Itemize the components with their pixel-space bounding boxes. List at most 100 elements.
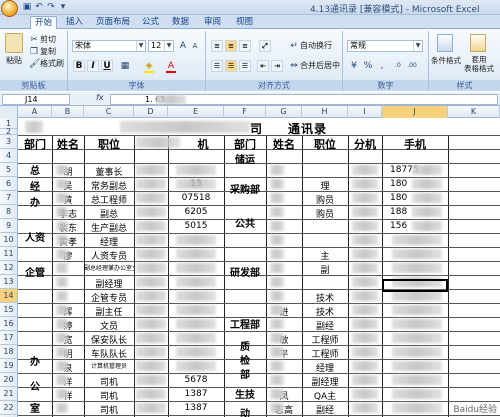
row-header-5[interactable]: 5 bbox=[0, 163, 18, 177]
cell-position[interactable]: 总工程师 bbox=[84, 193, 134, 206]
increase-indent-icon[interactable]: ⇥ bbox=[271, 60, 283, 72]
merge-center-button[interactable]: 合并后居中 bbox=[300, 60, 340, 71]
row-header-13[interactable]: 13 bbox=[0, 275, 18, 289]
wrap-text-button[interactable]: 自动换行 bbox=[300, 40, 332, 51]
conditional-format-icon[interactable] bbox=[437, 34, 453, 52]
tab-formulas[interactable]: 公式 bbox=[138, 16, 163, 29]
grow-font-icon[interactable]: A bbox=[178, 41, 188, 51]
orientation-icon[interactable]: ⤢ bbox=[259, 40, 271, 52]
format-painter-button[interactable]: 格式刷 bbox=[40, 58, 64, 69]
column-header-h[interactable]: H bbox=[302, 106, 348, 118]
column-header-j[interactable]: J bbox=[382, 106, 448, 118]
row-header-11[interactable]: 11 bbox=[0, 247, 18, 261]
cell-position-2[interactable]: QA主 bbox=[302, 389, 348, 402]
chevron-down-icon[interactable]: ▼ bbox=[136, 41, 145, 51]
font-size-combo[interactable]: 12 ▼ bbox=[148, 40, 174, 52]
format-as-table-icon[interactable] bbox=[470, 34, 486, 52]
format-as-table-button[interactable]: 套用 表格格式 bbox=[464, 55, 494, 73]
column-header-i[interactable]: I bbox=[348, 106, 382, 118]
cell-position[interactable]: 董事长 bbox=[84, 165, 134, 178]
cell-position[interactable]: 副主任 bbox=[84, 305, 134, 318]
merge-center-icon[interactable]: ⇔ bbox=[289, 61, 299, 71]
cell-position-2[interactable]: 工程师 bbox=[302, 347, 348, 360]
save-icon[interactable]: ▣ bbox=[22, 2, 32, 12]
paste-icon[interactable] bbox=[5, 33, 23, 53]
cell-position[interactable]: 生产副总 bbox=[84, 221, 134, 234]
row-header-6[interactable]: 6 bbox=[0, 177, 18, 191]
row-header-21[interactable]: 21 bbox=[0, 387, 18, 401]
shrink-font-icon[interactable]: A bbox=[190, 41, 200, 51]
row-header-14[interactable]: 14 bbox=[0, 289, 18, 303]
cell-position[interactable]: 常务副总 bbox=[84, 179, 134, 192]
cell-position-2[interactable]: 副 bbox=[302, 263, 348, 276]
tab-page-layout[interactable]: 页面布局 bbox=[92, 16, 134, 29]
cell-phone[interactable]: 5678 bbox=[168, 375, 224, 385]
cell-phone[interactable]: 6205 bbox=[168, 207, 224, 217]
column-header-d[interactable]: D bbox=[134, 106, 168, 118]
conditional-format-button[interactable]: 条件格式 bbox=[431, 55, 461, 66]
cell-position[interactable]: 保安队长 bbox=[84, 333, 134, 346]
office-button[interactable] bbox=[1, 0, 18, 17]
decrease-indent-icon[interactable]: ⇤ bbox=[257, 60, 269, 72]
cell-position[interactable]: 副经理 bbox=[84, 277, 134, 290]
tab-data[interactable]: 数据 bbox=[168, 16, 193, 29]
cut-icon[interactable]: ✂ bbox=[29, 35, 39, 45]
row-header-22[interactable]: 22 bbox=[0, 401, 18, 415]
cell-position-2[interactable]: 理 bbox=[302, 179, 348, 192]
row-header-4[interactable]: 4 bbox=[0, 149, 18, 163]
row-header-10[interactable]: 10 bbox=[0, 233, 18, 247]
paste-button[interactable]: 粘贴 bbox=[6, 55, 22, 66]
cell-position[interactable]: 文员 bbox=[84, 319, 134, 332]
cell-position-2[interactable]: 副经 bbox=[302, 319, 348, 332]
cell-position-2[interactable]: 工程师 bbox=[302, 333, 348, 346]
cell-position-2[interactable]: 经理 bbox=[302, 361, 348, 374]
cell-position-2[interactable]: 技术 bbox=[302, 291, 348, 304]
cell-position[interactable]: 企管专员 bbox=[84, 291, 134, 304]
active-cell[interactable] bbox=[382, 279, 448, 292]
column-header-c[interactable]: C bbox=[84, 106, 134, 118]
cell-position[interactable]: 副总 bbox=[84, 207, 134, 220]
cell-position-2[interactable]: 副经 bbox=[302, 403, 348, 416]
percent-icon[interactable]: % bbox=[363, 61, 373, 71]
copy-button[interactable]: 复制 bbox=[40, 46, 56, 57]
row-header-9[interactable]: 9 bbox=[0, 219, 18, 233]
column-header-a[interactable]: A bbox=[18, 106, 52, 118]
column-header-b[interactable]: B bbox=[52, 106, 84, 118]
tab-review[interactable]: 审阅 bbox=[200, 16, 225, 29]
redo-icon[interactable]: ↷ bbox=[46, 2, 56, 12]
undo-icon[interactable]: ↶ bbox=[34, 2, 44, 12]
column-header-f[interactable]: F bbox=[224, 106, 266, 118]
name-box[interactable]: J14 bbox=[2, 94, 70, 105]
tab-home[interactable]: 开始 bbox=[30, 16, 58, 30]
tab-insert[interactable]: 插入 bbox=[62, 16, 87, 29]
column-header-g[interactable]: G bbox=[266, 106, 302, 118]
row-header-18[interactable]: 18 bbox=[0, 345, 18, 359]
fill-color-icon[interactable]: ◈ bbox=[144, 61, 154, 71]
row-header-8[interactable]: 8 bbox=[0, 205, 18, 219]
italic-button[interactable]: I bbox=[87, 60, 99, 72]
cell-position-2[interactable]: 副经理 bbox=[302, 375, 348, 388]
row-header-12[interactable]: 12 bbox=[0, 261, 18, 275]
number-format-combo[interactable]: 常规 ▼ bbox=[347, 40, 423, 52]
cell-position[interactable]: 经理 bbox=[84, 235, 134, 248]
cell-position[interactable]: 副总经理兼办公室主任 bbox=[84, 263, 134, 272]
borders-icon[interactable]: ▦ bbox=[120, 61, 130, 71]
insert-function-icon[interactable]: fx bbox=[96, 93, 104, 102]
font-name-combo[interactable]: 宋体 ▼ bbox=[72, 40, 146, 52]
tab-view[interactable]: 视图 bbox=[232, 16, 257, 29]
cell-position-2[interactable]: 技术 bbox=[302, 305, 348, 318]
cell-position[interactable]: 人资专员 bbox=[84, 249, 134, 262]
select-all-corner[interactable] bbox=[0, 106, 18, 118]
currency-icon[interactable]: ¥ bbox=[349, 61, 359, 71]
align-top-icon[interactable]: ≡ bbox=[211, 40, 223, 52]
cell-position[interactable]: 司机 bbox=[84, 403, 134, 416]
cell-position-2[interactable]: 购员 bbox=[302, 207, 348, 220]
decrease-decimal-icon[interactable]: .00 bbox=[407, 61, 417, 71]
cell-position-2[interactable]: 主 bbox=[302, 249, 348, 262]
align-center-icon[interactable]: ☰ bbox=[225, 60, 237, 72]
comma-style-icon[interactable]: , bbox=[377, 61, 387, 71]
row-header-3[interactable]: 3 bbox=[0, 135, 18, 149]
wrap-text-icon[interactable]: ↵ bbox=[289, 41, 299, 51]
row-header-16[interactable]: 16 bbox=[0, 317, 18, 331]
align-middle-icon[interactable]: ≡ bbox=[225, 40, 237, 52]
